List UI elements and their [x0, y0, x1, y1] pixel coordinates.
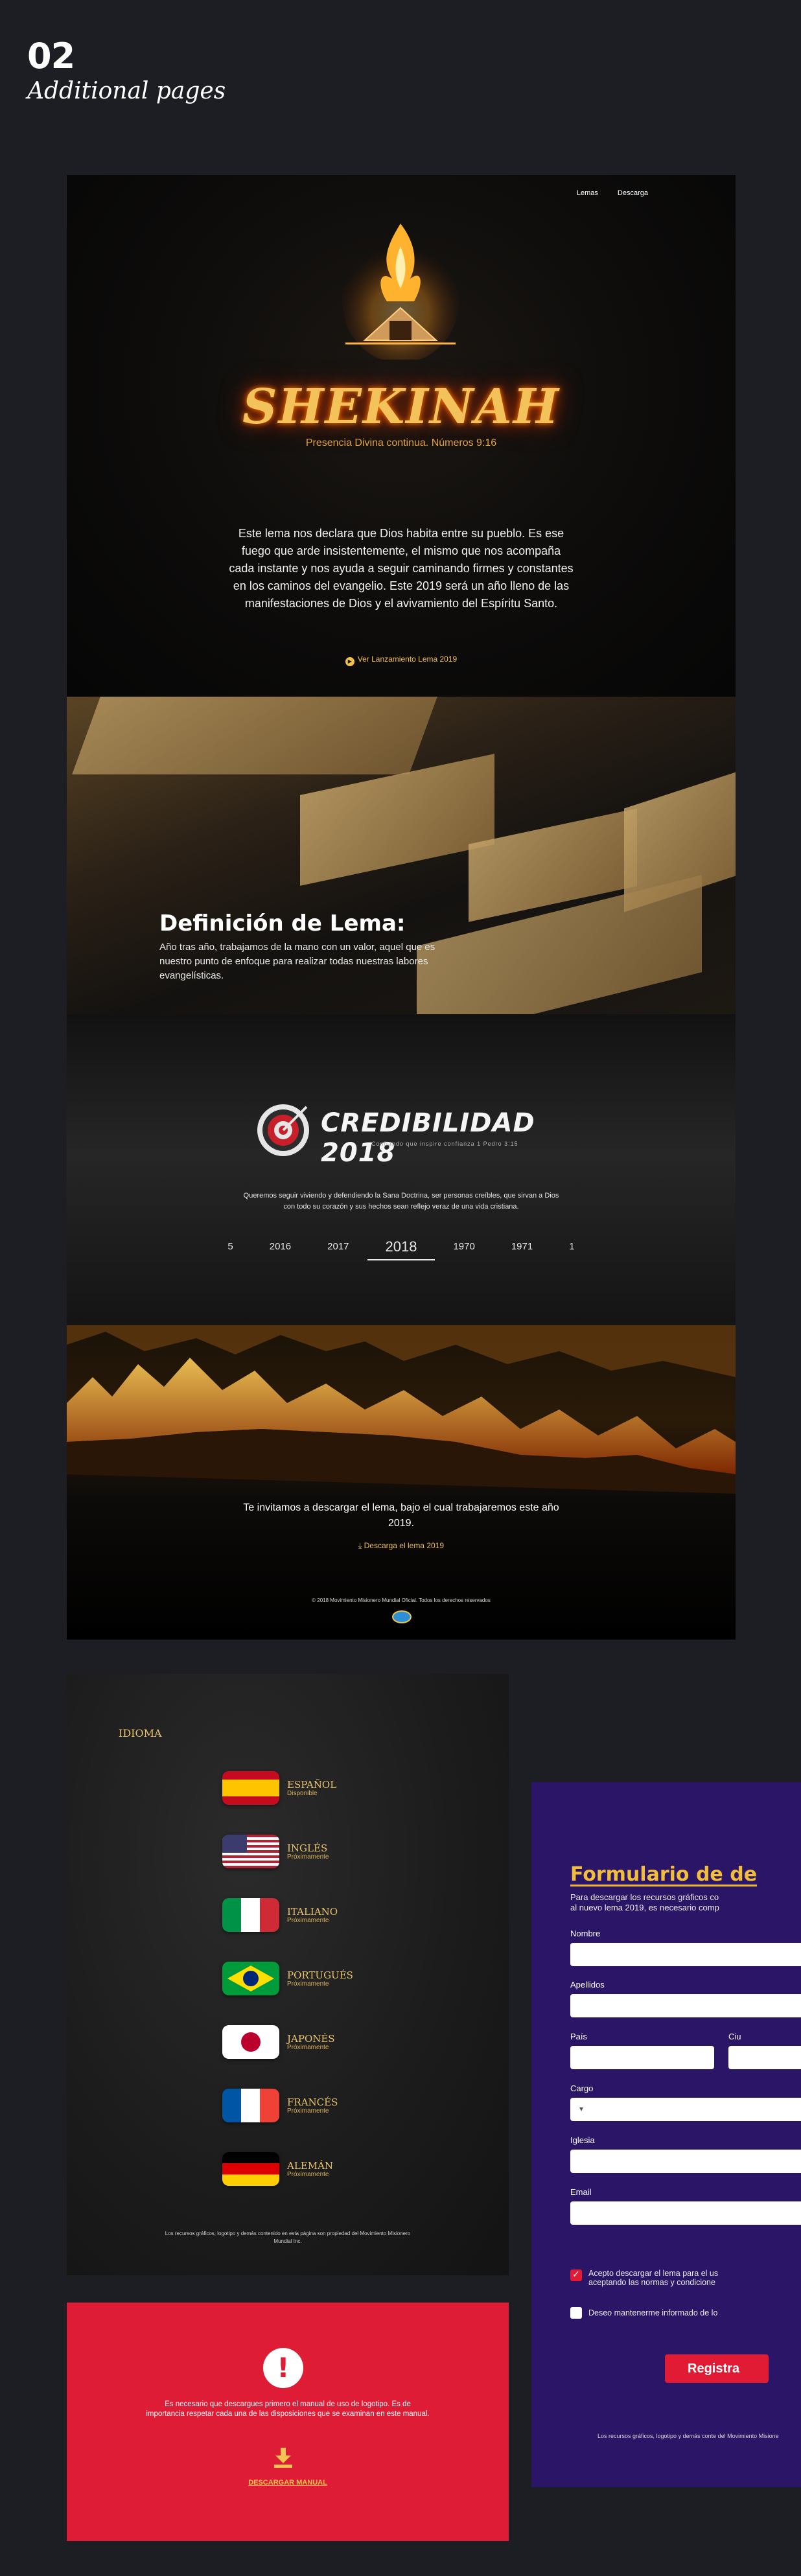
- language-item-spanish[interactable]: ESPAÑOL Disponible: [222, 1771, 336, 1805]
- iglesia-input[interactable]: [570, 2150, 801, 2173]
- year-selector: 5 2016 2017 2018 1970 1971 1: [67, 1238, 736, 1260]
- year-item[interactable]: 1: [551, 1241, 592, 1260]
- year-item[interactable]: 1971: [493, 1241, 551, 1260]
- download-lema-link[interactable]: ⤓ Descarga el lema 2019: [67, 1541, 736, 1551]
- year-item[interactable]: 2016: [251, 1241, 309, 1260]
- credibility-subtitle: Confiando que inspire confianza 1 Pedro …: [371, 1141, 518, 1147]
- hero-section: SHEKINAH Presencia Divina continua. Núme…: [67, 175, 736, 697]
- year-item[interactable]: 2017: [309, 1241, 367, 1260]
- label-ciudad: Ciu: [728, 2032, 741, 2041]
- language-status: Próximamente: [287, 1853, 329, 1861]
- language-name: ITALIANO: [287, 1905, 338, 1918]
- language-item-french[interactable]: FRANCÉS Próximamente: [222, 2089, 338, 2122]
- target-badge-icon: [257, 1104, 309, 1156]
- footer-copyright: © 2018 Movimiento Misionero Mundial Ofic…: [312, 1597, 491, 1603]
- download-icon: ⤓: [358, 1541, 364, 1550]
- japan-flag-icon: [222, 2025, 279, 2059]
- ciudad-input[interactable]: [728, 2046, 801, 2069]
- language-selector-page: IDIOMA ESPAÑOL Disponible INGLÉS Próximame…: [67, 1674, 509, 2275]
- hero-intro-text: Este lema nos declara que Dios habita en…: [229, 527, 574, 610]
- nombre-input[interactable]: [570, 1943, 801, 1966]
- brazil-flag-icon: [222, 1962, 279, 1995]
- language-status: Próximamente: [287, 1980, 329, 1988]
- chevron-down-icon: ▾: [579, 2104, 584, 2113]
- form-intro: Para descargar los recursos gráficos co a…: [570, 1892, 719, 1912]
- language-item-japanese[interactable]: JAPONÉS Próximamente: [222, 2025, 335, 2059]
- nav-lemas[interactable]: Lemas: [577, 189, 598, 197]
- label-apellidos: Apellidos: [570, 1980, 605, 1990]
- landing-page-mockup: SHEKINAH Presencia Divina continua. Núme…: [67, 175, 736, 1640]
- form-footer: Los recursos gráficos, logotipo y demás …: [598, 2433, 779, 2439]
- manual-alert-page: ! Es necesario que descargues primero el…: [67, 2303, 509, 2541]
- language-item-german[interactable]: ALEMÁN Próximamente: [222, 2152, 333, 2186]
- language-title: IDIOMA: [119, 1727, 162, 1739]
- language-name: FRANCÉS: [287, 2096, 338, 2108]
- language-status: Próximamente: [287, 2107, 329, 2115]
- language-status: Disponible: [287, 1789, 318, 1797]
- label-iglesia: Iglesia: [570, 2135, 595, 2145]
- download-text: Te invitamos a descargar el lema, bajo e…: [243, 1502, 559, 1529]
- top-nav: Lemas Descarga: [577, 189, 648, 197]
- label-nombre: Nombre: [570, 1929, 601, 1938]
- mmm-logo: [392, 1610, 412, 1623]
- credibility-title: CREDIBILIDAD 2018: [321, 1108, 535, 1168]
- usa-flag-icon: [222, 1835, 279, 1868]
- france-flag-icon: [222, 2089, 279, 2122]
- year-item[interactable]: 5: [209, 1241, 251, 1260]
- language-status: Próximamente: [287, 2170, 329, 2178]
- language-item-italian[interactable]: ITALIANO Próximamente: [222, 1898, 338, 1932]
- language-name: JAPONÉS: [287, 2032, 335, 2045]
- language-name: INGLÉS: [287, 1842, 328, 1854]
- download-icon: [274, 2448, 292, 2468]
- alert-text: Es necesario que descargues primero el m…: [146, 2400, 430, 2418]
- language-item-portuguese[interactable]: PORTUGUÉS Próximamente: [222, 1962, 353, 1995]
- language-status: Próximamente: [287, 2043, 329, 2051]
- section-number: 02: [27, 36, 75, 76]
- credibility-logo: CREDIBILIDAD 2018 Confiando que inspire …: [255, 1102, 559, 1168]
- italy-flag-icon: [222, 1898, 279, 1932]
- label-email: Email: [570, 2187, 592, 2197]
- video-link[interactable]: ▶ Ver Lanzamiento Lema 2019: [67, 655, 736, 666]
- stone-slab: [72, 697, 437, 774]
- definition-section: Definición de Lema: Año tras año, trabaj…: [67, 697, 736, 1014]
- cargo-select[interactable]: ▾: [570, 2098, 801, 2121]
- section-subtitle: Additional pages: [27, 78, 226, 104]
- label-cargo: Cargo: [570, 2083, 594, 2093]
- accept-terms-checkbox[interactable]: [570, 2269, 582, 2281]
- language-name: ALEMÁN: [287, 2159, 334, 2172]
- form-title: Formulario de de: [570, 1863, 758, 1886]
- apellidos-input[interactable]: [570, 1994, 801, 2017]
- language-status: Próximamente: [287, 1916, 329, 1924]
- email-input[interactable]: [570, 2201, 801, 2225]
- pais-input[interactable]: [570, 2046, 714, 2069]
- germany-flag-icon: [222, 2152, 279, 2186]
- credibility-section: CREDIBILIDAD 2018 Confiando que inspire …: [67, 1014, 736, 1325]
- language-footer: Los recursos gráficos, logotipo y demás …: [165, 2231, 411, 2244]
- registration-form-page: Formulario de de Para descargar los recu…: [531, 1782, 801, 2487]
- credibility-text: Queremos seguir viviendo y defendiendo l…: [243, 1192, 559, 1211]
- download-manual-link[interactable]: DESCARGAR MANUAL: [67, 2479, 509, 2487]
- spain-flag-icon: [222, 1771, 279, 1805]
- label-pais: País: [570, 2032, 588, 2041]
- download-section: Te invitamos a descargar el lema, bajo e…: [67, 1325, 736, 1640]
- newsletter-checkbox[interactable]: [570, 2307, 582, 2319]
- year-item[interactable]: 1970: [435, 1241, 493, 1260]
- nav-descarga[interactable]: Descarga: [618, 189, 648, 197]
- logo-tagline: Presencia Divina continua. Números 9:16: [305, 437, 497, 448]
- alert-icon: !: [263, 2348, 303, 2388]
- language-item-english[interactable]: INGLÉS Próximamente: [222, 1835, 329, 1868]
- year-item-active[interactable]: 2018: [367, 1238, 435, 1260]
- flame-tent-logo: [342, 224, 459, 360]
- register-button[interactable]: Registra: [665, 2354, 769, 2383]
- shekinah-logo: SHEKINAH: [242, 379, 560, 435]
- language-name: PORTUGUÉS: [287, 1969, 353, 1981]
- definition-text: Año tras año, trabajamos de la mano con …: [159, 942, 435, 981]
- play-icon: ▶: [345, 657, 354, 666]
- accept-terms-label: Acepto descargar el lema para el us acept…: [588, 2269, 719, 2287]
- definition-title: Definición de Lema:: [159, 911, 406, 936]
- newsletter-label: Deseo mantenerme informado de lo: [588, 2308, 718, 2317]
- language-name: ESPAÑOL: [287, 1778, 337, 1791]
